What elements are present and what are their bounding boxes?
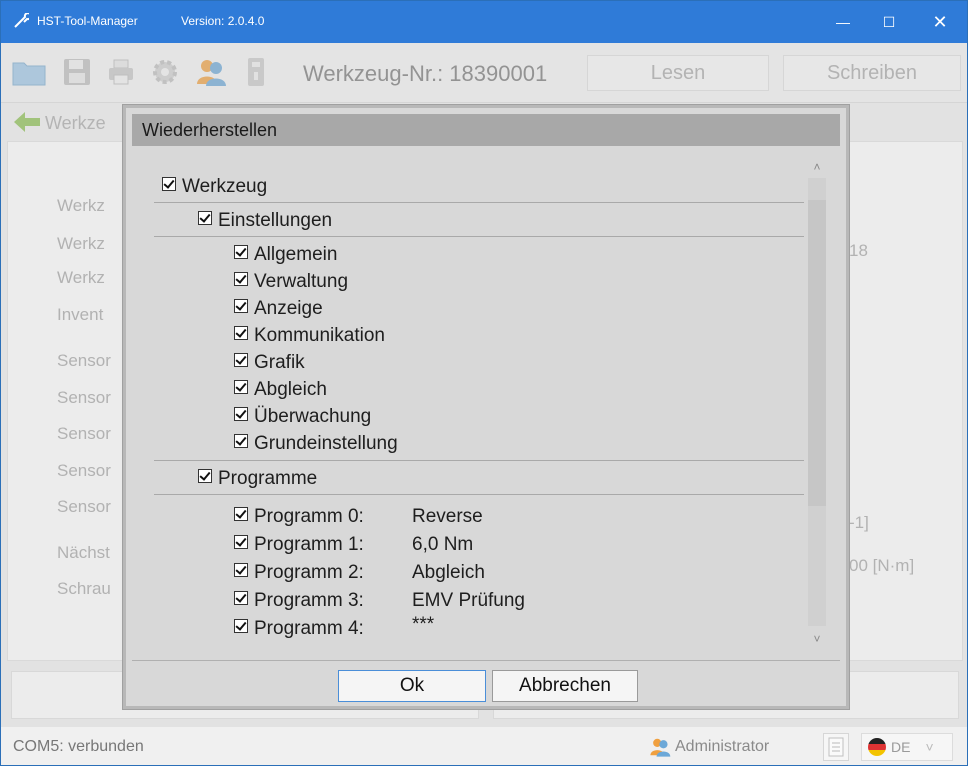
tree-item-setting[interactable]: Allgemein: [234, 242, 337, 268]
program-name: Reverse: [412, 506, 483, 527]
program-name: 6,0 Nm: [412, 534, 474, 555]
tree-item-program[interactable]: Programm 2:: [234, 560, 364, 586]
user-icon: [650, 738, 671, 757]
checkbox[interactable]: [234, 245, 248, 259]
program-name: ***: [412, 614, 435, 635]
tree-item-label: Werkzeug: [182, 176, 268, 197]
chevron-down-icon: ˅: [925, 739, 934, 755]
tree-item-label: Einstellungen: [218, 210, 333, 231]
title-bar[interactable]: HST-Tool-Manager Version: 2.0.4.0 — ☐ ✕: [1, 1, 967, 43]
program-name: Abgleich: [412, 562, 485, 583]
tree-item-label: Kommunikation: [254, 325, 385, 346]
program-label: Programm 2:: [254, 562, 364, 583]
tree-item-setting[interactable]: Grafik: [234, 350, 305, 376]
tree-item-label: Abgleich: [254, 379, 327, 400]
checkbox[interactable]: [234, 407, 248, 421]
checkbox[interactable]: [234, 563, 248, 577]
tree-item-label: Allgemein: [254, 244, 338, 265]
tree-item-label: Grafik: [254, 352, 305, 373]
checkbox[interactable]: [234, 380, 248, 394]
tree-item-program[interactable]: Programm 0:: [234, 504, 364, 530]
cancel-button[interactable]: Abbrechen: [492, 670, 638, 702]
status-bar: COM5: verbunden Administrator DE ˅: [1, 727, 967, 765]
checkbox[interactable]: [234, 591, 248, 605]
tree-item-label: Anzeige: [254, 298, 323, 319]
dialog-footer-divider: [132, 660, 840, 661]
scroll-track[interactable]: [808, 178, 826, 626]
language-select[interactable]: DE ˅: [861, 733, 953, 761]
checkbox[interactable]: [198, 211, 212, 225]
program-name: EMV Prüfung: [412, 590, 525, 611]
language-code: DE: [891, 739, 911, 755]
tree-item-program[interactable]: Programm 4:: [234, 616, 364, 642]
scroll-thumb[interactable]: [808, 200, 826, 506]
program-label: Programm 0:: [254, 506, 364, 527]
tree-item-setting[interactable]: Verwaltung: [234, 269, 348, 295]
app-version: Version: 2.0.4.0: [181, 14, 265, 28]
dialog-scrollbar[interactable]: ˄ ˅: [808, 154, 826, 650]
tree-item-programme[interactable]: Programme: [198, 466, 317, 492]
tree-item-einstellungen[interactable]: Einstellungen: [198, 208, 332, 234]
checkbox[interactable]: [234, 326, 248, 340]
program-label: Programm 1:: [254, 534, 364, 555]
ok-button[interactable]: Ok: [338, 670, 486, 702]
program-label: Programm 3:: [254, 590, 364, 611]
tree-item-program[interactable]: Programm 3:: [234, 588, 364, 614]
wrench-icon: [13, 12, 32, 29]
checkbox[interactable]: [234, 535, 248, 549]
user-name: Administrator: [675, 738, 770, 755]
checkbox[interactable]: [234, 619, 248, 633]
connection-status: COM5: verbunden: [13, 738, 144, 755]
checkbox[interactable]: [234, 272, 248, 286]
tree-item-label: Programme: [218, 468, 318, 489]
tree-item-label: Verwaltung: [254, 271, 349, 292]
checkbox[interactable]: [234, 434, 248, 448]
scroll-up-icon[interactable]: ˄: [808, 158, 826, 176]
tree-item-setting[interactable]: Überwachung: [234, 404, 371, 430]
maximize-button[interactable]: ☐: [865, 1, 913, 43]
divider: [154, 494, 804, 495]
checkbox[interactable]: [234, 299, 248, 313]
minimize-button[interactable]: —: [819, 1, 867, 43]
divider: [154, 236, 804, 237]
tree-item-setting[interactable]: Abgleich: [234, 377, 327, 403]
current-user[interactable]: Administrator: [649, 736, 769, 758]
app-title: HST-Tool-Manager: [37, 14, 138, 28]
app-window: HST-Tool-Manager Version: 2.0.4.0 — ☐ ✕ …: [0, 0, 968, 766]
restore-tree: Werkzeug Einstellungen Allgemein Verwalt…: [132, 154, 840, 656]
dialog-title: Wiederherstellen: [132, 114, 840, 146]
checkbox[interactable]: [198, 469, 212, 483]
tree-item-setting[interactable]: Grundeinstellung: [234, 431, 398, 457]
tree-item-setting[interactable]: Anzeige: [234, 296, 323, 322]
close-button[interactable]: ✕: [916, 1, 964, 43]
german-flag-icon: [868, 738, 886, 756]
restore-dialog: Wiederherstellen Werkzeug Einstellungen …: [123, 105, 849, 709]
checkbox[interactable]: [234, 353, 248, 367]
divider: [154, 202, 804, 203]
tree-item-label: Überwachung: [254, 406, 372, 427]
checkbox[interactable]: [234, 507, 248, 521]
tree-item-werkzeug[interactable]: Werkzeug: [162, 174, 267, 200]
divider: [154, 460, 804, 461]
checkbox[interactable]: [162, 177, 176, 191]
tree-item-label: Grundeinstellung: [254, 433, 398, 454]
scroll-down-icon[interactable]: ˅: [808, 630, 826, 648]
tree-item-program[interactable]: Programm 1:: [234, 532, 364, 558]
tree-item-setting[interactable]: Kommunikation: [234, 323, 385, 349]
document-icon[interactable]: [823, 733, 849, 761]
program-label: Programm 4:: [254, 618, 364, 639]
